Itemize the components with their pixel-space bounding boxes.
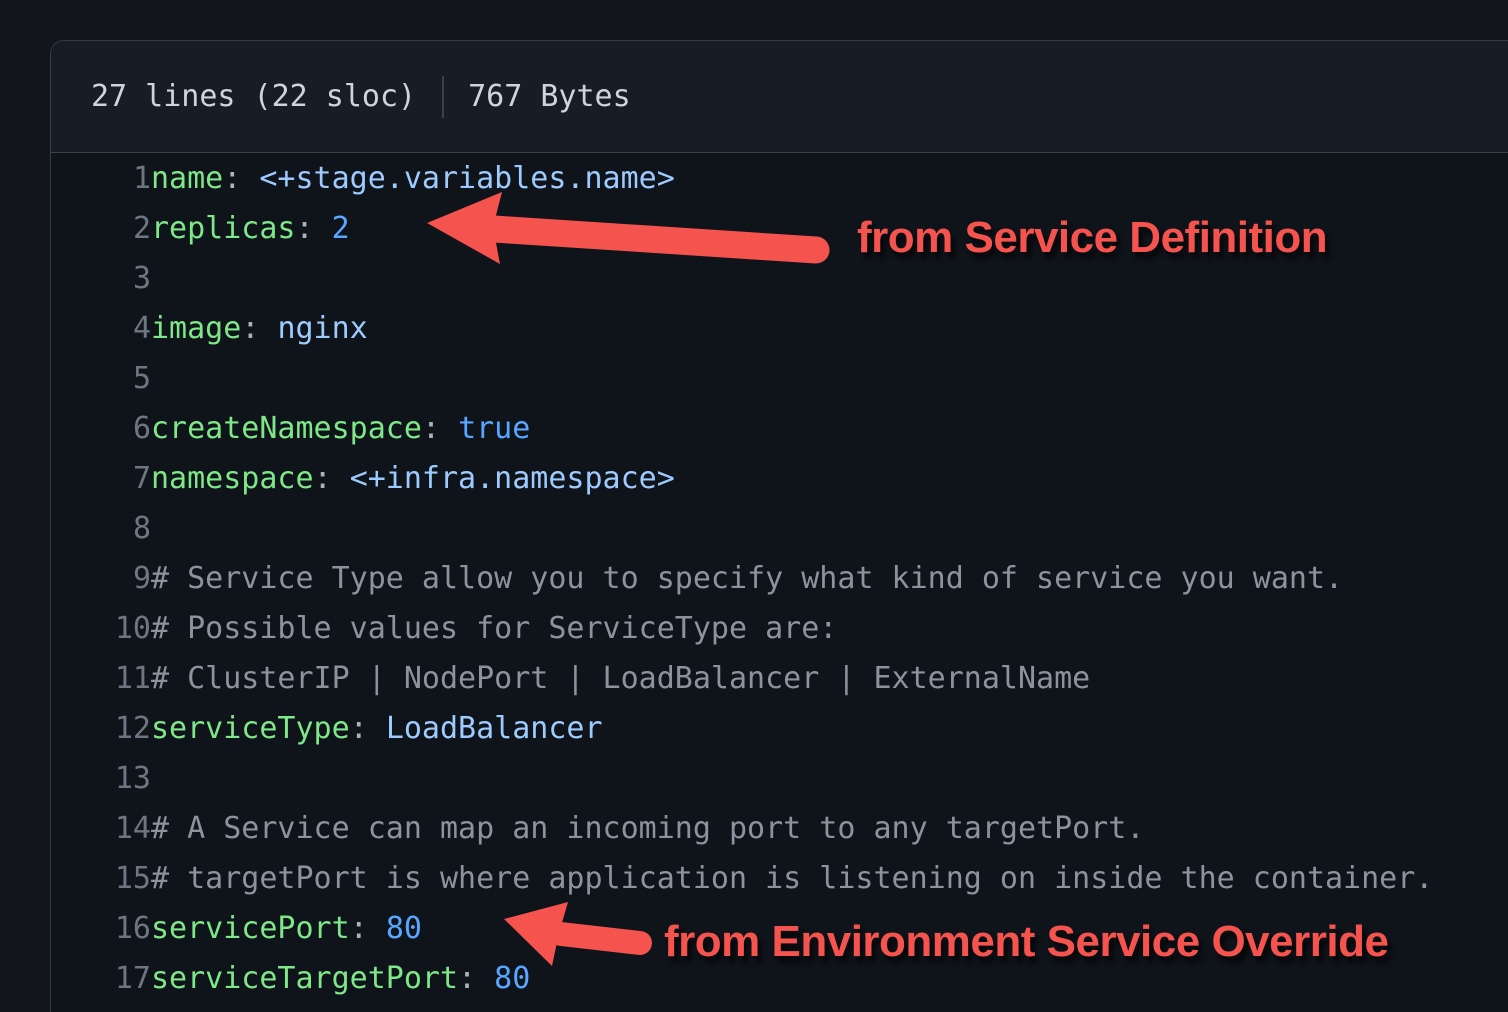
header-divider [442,76,444,118]
code-token: LoadBalancer [386,711,603,746]
code-token: 2 [332,211,350,246]
code-token: : [241,311,277,346]
code-line: 1name: <+stage.variables.name> [51,153,1508,203]
code-token: <+stage.variables.name> [259,161,674,196]
code-line-content: # A Service can map an incoming port to … [151,803,1508,853]
code-line: 8 [51,503,1508,553]
code-token: # A Service can map an incoming port to … [151,811,1144,846]
line-number[interactable]: 13 [51,753,151,803]
line-number[interactable]: 11 [51,653,151,703]
code-line-content: name: <+stage.variables.name> [151,153,1508,203]
code-token: serviceType [151,711,350,746]
code-token: name [151,161,223,196]
line-number[interactable]: 10 [51,603,151,653]
code-line: 11# ClusterIP | NodePort | LoadBalancer … [51,653,1508,703]
line-number[interactable]: 1 [51,153,151,203]
code-line: 13 [51,753,1508,803]
line-number[interactable]: 2 [51,203,151,253]
file-header: 27 lines (22 sloc) 767 Bytes [51,41,1508,153]
code-token: # Service Type allow you to specify what… [151,561,1343,596]
code-table: 1name: <+stage.variables.name>2replicas:… [51,153,1508,1003]
line-number[interactable]: 7 [51,453,151,503]
code-token: namespace [151,461,314,496]
code-line: 6createNamespace: true [51,403,1508,453]
code-token: : [350,711,386,746]
file-size-info: 767 Bytes [468,79,631,114]
code-token: serviceTargetPort [151,961,458,996]
code-token: image [151,311,241,346]
code-line: 9# Service Type allow you to specify wha… [51,553,1508,603]
code-token: createNamespace [151,411,422,446]
code-token: <+infra.namespace> [350,461,675,496]
code-token: servicePort [151,911,350,946]
annotation-environment-service-override: from Environment Service Override [664,918,1388,966]
line-number[interactable]: 3 [51,253,151,303]
line-number[interactable]: 12 [51,703,151,753]
line-number[interactable]: 8 [51,503,151,553]
code-token: true [458,411,530,446]
code-token: # ClusterIP | NodePort | LoadBalancer | … [151,661,1090,696]
code-token: : [422,411,458,446]
annotation-service-definition: from Service Definition [857,214,1327,262]
line-number[interactable]: 16 [51,903,151,953]
code-token: 80 [386,911,422,946]
code-token: # targetPort is where application is lis… [151,861,1433,896]
line-number[interactable]: 9 [51,553,151,603]
code-line-content [151,503,1508,553]
line-number[interactable]: 5 [51,353,151,403]
code-token: # Possible values for ServiceType are: [151,611,837,646]
code-token: : [223,161,259,196]
code-line-content: # ClusterIP | NodePort | LoadBalancer | … [151,653,1508,703]
code-token: : [314,461,350,496]
code-token: 80 [494,961,530,996]
code-table-body: 1name: <+stage.variables.name>2replicas:… [51,153,1508,1003]
code-viewer: 1name: <+stage.variables.name>2replicas:… [51,153,1508,1003]
code-line-content: # targetPort is where application is lis… [151,853,1508,903]
code-line-content: # Possible values for ServiceType are: [151,603,1508,653]
file-viewer-panel: 27 lines (22 sloc) 767 Bytes 1name: <+st… [50,40,1508,1012]
code-line: 12serviceType: LoadBalancer [51,703,1508,753]
code-token: nginx [277,311,367,346]
code-line-content: serviceType: LoadBalancer [151,703,1508,753]
code-line: 5 [51,353,1508,403]
code-line-content [151,753,1508,803]
code-line-content: createNamespace: true [151,403,1508,453]
code-token: replicas [151,211,296,246]
code-token: : [296,211,332,246]
line-number[interactable]: 14 [51,803,151,853]
code-line-content [151,353,1508,403]
line-number[interactable]: 15 [51,853,151,903]
code-line: 10# Possible values for ServiceType are: [51,603,1508,653]
code-token: : [350,911,386,946]
line-number[interactable]: 17 [51,953,151,1003]
line-number[interactable]: 6 [51,403,151,453]
code-line: 15# targetPort is where application is l… [51,853,1508,903]
code-line: 14# A Service can map an incoming port t… [51,803,1508,853]
file-lines-info: 27 lines (22 sloc) [91,79,416,114]
code-line: 4image: nginx [51,303,1508,353]
code-token: : [458,961,494,996]
code-line: 7namespace: <+infra.namespace> [51,453,1508,503]
line-number[interactable]: 4 [51,303,151,353]
code-line-content: namespace: <+infra.namespace> [151,453,1508,503]
code-line-content: # Service Type allow you to specify what… [151,553,1508,603]
code-line-content: image: nginx [151,303,1508,353]
